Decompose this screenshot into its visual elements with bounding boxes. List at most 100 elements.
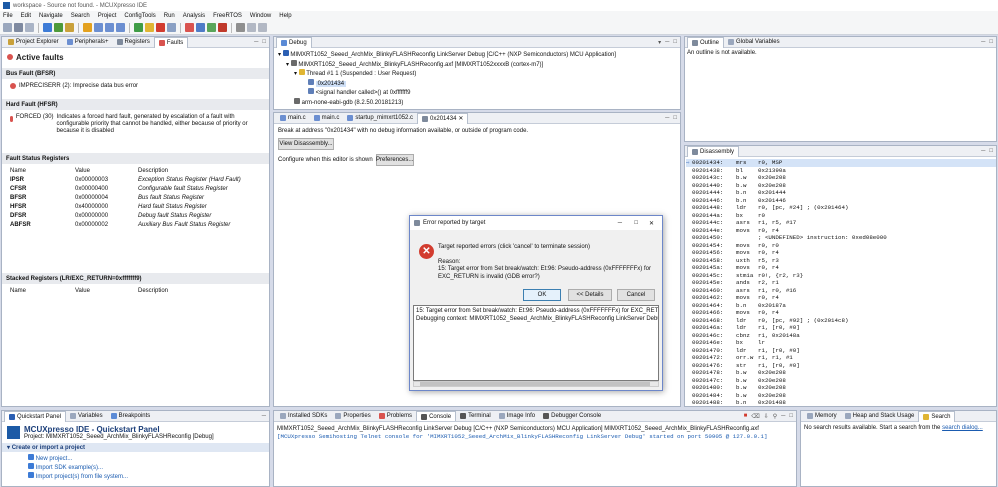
new-icon[interactable] [3, 23, 12, 32]
tab-console[interactable]: Console [416, 411, 457, 421]
minimize-icon[interactable]: ─ [254, 39, 258, 45]
ok-button[interactable]: OK [523, 289, 561, 301]
tools-icon[interactable] [65, 23, 74, 32]
tab-debugger-console[interactable]: Debugger Console [539, 411, 605, 421]
menu-configtools[interactable]: ConfigTools [124, 13, 155, 19]
debug-icon[interactable] [54, 23, 63, 32]
tab-problems[interactable]: Problems [375, 411, 416, 421]
tab-address[interactable]: 0x201434 ✕ [417, 112, 469, 124]
disassembly-row[interactable]: 00201438: bl 0x21390a [686, 167, 996, 175]
disassembly-row[interactable]: 00201440: b.w 0x20e208 [686, 182, 996, 190]
disassembly-row[interactable]: 0020144a: bx r0 [686, 212, 996, 220]
tab-main-c[interactable]: main.c [276, 113, 310, 124]
minimize-icon[interactable]: ─ [781, 413, 785, 420]
dialog-maximize-icon[interactable]: □ [634, 220, 638, 226]
collapse-icon[interactable]: ▾ [286, 62, 289, 68]
nav-forward-icon[interactable] [258, 23, 267, 32]
tab-heap-stack[interactable]: Heap and Stack Usage [841, 411, 919, 422]
maximize-icon[interactable]: □ [673, 39, 677, 46]
instruction-step-icon[interactable] [196, 23, 205, 32]
collapse-icon[interactable]: ▾ [294, 71, 297, 77]
debug-launch-item[interactable]: ▾ MIMXRT1052_Seeed_ArchMix_BlinkyFLASHRe… [278, 50, 676, 60]
disassembly-row[interactable]: 00201476: str r1, [r0, #0] [686, 362, 996, 370]
table-row[interactable]: ABFSR 0x00000002 Auxiliary Bus Fault Statu… [10, 220, 261, 229]
tab-faults[interactable]: Faults [153, 36, 189, 48]
disassembly-row[interactable]: 0020147c: b.w 0x20e208 [686, 377, 996, 385]
run-icon[interactable] [207, 23, 216, 32]
tab-debug[interactable]: Debug [276, 36, 312, 48]
tab-terminal[interactable]: Terminal [456, 411, 495, 421]
menu-project[interactable]: Project [98, 13, 117, 19]
disassembly-row[interactable]: 0020144c: asrs r1, r5, #17 [686, 219, 996, 227]
new-project-link[interactable]: New project... [28, 454, 269, 463]
menu-analysis[interactable]: Analysis [183, 13, 205, 19]
search-icon[interactable] [236, 23, 245, 32]
maximize-icon[interactable]: □ [262, 39, 266, 45]
disassembly-row[interactable]: 00201458: uxth r5, r3 [686, 257, 996, 265]
save-icon[interactable] [14, 23, 23, 32]
disassembly-row[interactable]: 0020145e: ands r2, r1 [686, 279, 996, 287]
disassembly-row[interactable]: 0020143c: b.w 0x20e208 [686, 174, 996, 182]
menu-window[interactable]: Window [250, 13, 271, 19]
tab-global-variables[interactable]: Global Variables [724, 37, 784, 48]
tab-peripherals[interactable]: Peripherals+ [63, 37, 113, 48]
pin-icon[interactable]: ⚲ [773, 413, 777, 420]
build-icon[interactable] [43, 23, 52, 32]
disassembly-row[interactable]: 00201456: movs r0, r4 [686, 249, 996, 257]
disassembly-row[interactable]: 00201484: b.w 0x20e208 [686, 392, 996, 400]
tab-memory[interactable]: Memory [803, 411, 841, 422]
terminate-icon[interactable] [83, 23, 92, 32]
debug-axf-item[interactable]: ▾ MIMXRT1052_Seeed_ArchMix_BlinkyFLASHRe… [278, 59, 676, 70]
debug-frame-item[interactable]: <signal handler called>() at 0xfffffff9 [278, 88, 676, 98]
nav-back-icon[interactable] [247, 23, 256, 32]
disassembly-row[interactable]: 00201488: b.n 0x201488 [686, 399, 996, 407]
menu-freertos[interactable]: FreeRTOS [213, 13, 242, 19]
tab-properties[interactable]: Properties [331, 411, 374, 421]
tab-image-info[interactable]: Image Info [495, 411, 539, 421]
maximize-icon[interactable]: □ [789, 413, 793, 420]
tab-variables[interactable]: Variables [66, 411, 107, 422]
disassembly-row[interactable]: 00201480: b.w 0x20e208 [686, 384, 996, 392]
disassembly-row[interactable]: 00201450: ; <UNDEFINED> instruction: 0xed… [686, 234, 996, 242]
dialog-scrollbar[interactable] [413, 381, 659, 387]
import-fs-link[interactable]: Import project(s) from file system... [28, 472, 269, 481]
dialog-details-text[interactable]: 15: Target error from Set break/watch: E… [413, 305, 659, 381]
suspend-icon[interactable] [145, 23, 154, 32]
disassembly-row[interactable]: ⇨ 00201434: mrs r0, MSP [686, 159, 996, 167]
dialog-minimize-icon[interactable]: ─ [618, 220, 622, 226]
search-dialog-link[interactable]: search dialog... [942, 425, 983, 431]
maximize-icon[interactable]: □ [673, 115, 677, 121]
tab-registers[interactable]: Registers [113, 37, 154, 48]
debug-gdb-item[interactable]: arm-none-eabi-gdb (8.2.50.20181213) [278, 97, 676, 108]
disassembly-row[interactable]: 00201478: b.w 0x20e208 [686, 369, 996, 377]
disconnect-icon[interactable] [167, 23, 176, 32]
resume-icon[interactable] [134, 23, 143, 32]
minimize-icon[interactable]: ─ [981, 148, 985, 154]
table-row[interactable]: CFSR 0x00000400 Configurable fault Status … [10, 184, 261, 193]
menu-search[interactable]: Search [71, 13, 90, 19]
maximize-icon[interactable]: □ [989, 148, 993, 154]
import-sdk-link[interactable]: Import SDK example(s)... [28, 463, 269, 472]
disassembly-row[interactable]: 0020146a: ldr r1, [r0, #0] [686, 324, 996, 332]
view-disassembly-button[interactable]: View Disassembly... [278, 138, 334, 150]
debug-frame-item[interactable]: 0x201434 [278, 78, 676, 89]
disassembly-row[interactable]: 0020145a: movs r0, r4 [686, 264, 996, 272]
clear-console-icon[interactable]: ⌫ [751, 413, 759, 420]
hard-fault-item[interactable]: FORCED (30) Indicates a forced hard faul… [2, 110, 269, 139]
details-button[interactable]: << Details [568, 289, 612, 301]
step-over-icon[interactable] [105, 23, 114, 32]
disassembly-row[interactable]: 00201444: b.n 0x201444 [686, 189, 996, 197]
tab-search[interactable]: Search [918, 410, 956, 422]
tab-project-explorer[interactable]: Project Explorer [4, 37, 63, 48]
disassembly-row[interactable]: 0020146c: cbnz r1, 0x20148a [686, 332, 996, 340]
breakpoint-icon[interactable] [185, 23, 194, 32]
scroll-lock-icon[interactable]: ⇩ [764, 413, 769, 420]
preferences-button[interactable]: Preferences... [375, 154, 414, 166]
close-icon[interactable]: ✕ [458, 115, 463, 122]
table-row[interactable]: HFSR 0x40000000 Hard fault Status Register [10, 202, 261, 211]
disassembly-row[interactable]: 00201464: b.n 0x20187a [686, 302, 996, 310]
minimize-icon[interactable]: ─ [665, 39, 669, 46]
quickstart-section[interactable]: ▾ Create or import a project [2, 443, 269, 452]
disassembly-row[interactable]: 00201472: orr.w r1, r1, #1 [686, 354, 996, 362]
disassembly-row[interactable]: 00201446: b.n 0x201446 [686, 197, 996, 205]
